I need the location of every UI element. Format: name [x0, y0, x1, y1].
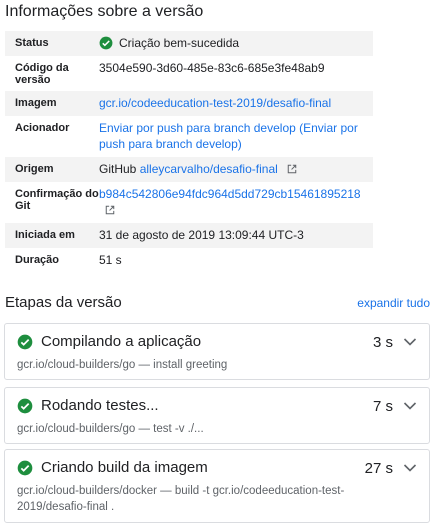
build-step-card[interactable]: Compilando a aplicação 3 s gcr.io/cloud-…	[4, 323, 430, 380]
info-row-trigger: Acionador Enviar por push para branch de…	[5, 116, 373, 157]
info-row-duration: Duração 51 s	[5, 248, 373, 273]
info-key: Status	[15, 37, 49, 49]
check-circle-icon	[99, 36, 113, 50]
duration-value: 51 s	[99, 253, 122, 267]
info-key: Imagem	[15, 97, 57, 109]
step-name: Criando build da imagem	[41, 459, 208, 476]
external-link-icon[interactable]	[287, 164, 297, 174]
info-key: Iniciada em	[15, 229, 75, 241]
info-key: Confirmação do Git	[15, 188, 99, 212]
check-circle-icon	[17, 398, 33, 413]
git-commit-link[interactable]: b984c542806e94fdc964d5dd729cb15461895218	[99, 187, 361, 201]
steps-section-title: Etapas da versão	[5, 294, 122, 311]
info-key: Acionador	[15, 122, 70, 134]
step-name: Rodando testes...	[41, 397, 159, 414]
check-circle-icon	[17, 334, 33, 349]
build-step-card[interactable]: Rodando testes... 7 s gcr.io/cloud-build…	[4, 387, 430, 444]
build-info-table: Status Criação bem-sucedida Código da ve…	[5, 31, 373, 273]
trigger-link[interactable]: Enviar por push para branch develop (Env…	[99, 121, 358, 151]
step-duration: 7 s	[372, 398, 393, 415]
step-duration: 3 s	[372, 334, 393, 351]
info-row-started: Iniciada em 31 de agosto de 2019 13:09:4…	[5, 223, 373, 248]
origin-prefix: GitHub	[99, 162, 137, 176]
step-description: gcr.io/cloud-builders/go — install greet…	[17, 359, 228, 371]
started-value: 31 de agosto de 2019 13:09:44 UTC-3	[99, 228, 304, 242]
info-key: Duração	[15, 254, 60, 266]
info-section-title: Informações sobre a versão	[5, 3, 204, 20]
step-description: gcr.io/cloud-builders/docker — build -t …	[17, 485, 345, 513]
info-row-version-code: Código da versão 3504e590-3d60-485e-83c6…	[5, 56, 373, 91]
info-key: Origem	[15, 163, 54, 175]
external-link-icon[interactable]	[105, 205, 115, 215]
origin-repo-link[interactable]: alleycarvalho/desafio-final	[140, 162, 278, 176]
info-key: Código da versão	[15, 62, 69, 86]
status-value: Criação bem-sucedida	[119, 36, 240, 50]
info-row-origin: Origem GitHub alleycarvalho/desafio-fina…	[5, 157, 373, 182]
chevron-down-icon[interactable]	[403, 337, 417, 347]
expand-all-link[interactable]: expandir tudo	[357, 296, 430, 310]
check-circle-icon	[17, 460, 33, 475]
step-duration: 27 s	[364, 460, 393, 477]
info-row-git-commit: Confirmação do Git b984c542806e94fdc964d…	[5, 182, 373, 223]
info-row-status: Status Criação bem-sucedida	[5, 31, 373, 56]
build-step-card[interactable]: Criando build da imagem 27 s gcr.io/clou…	[4, 449, 430, 523]
version-code-value: 3504e590-3d60-485e-83c6-685e3fe48ab9	[99, 61, 325, 75]
chevron-down-icon[interactable]	[403, 463, 417, 473]
info-row-image: Imagem gcr.io/codeeducation-test-2019/de…	[5, 91, 373, 116]
step-name: Compilando a aplicação	[41, 333, 202, 350]
step-description: gcr.io/cloud-builders/go — test -v ./...	[17, 423, 204, 435]
chevron-down-icon[interactable]	[403, 401, 417, 411]
image-link[interactable]: gcr.io/codeeducation-test-2019/desafio-f…	[99, 96, 331, 110]
